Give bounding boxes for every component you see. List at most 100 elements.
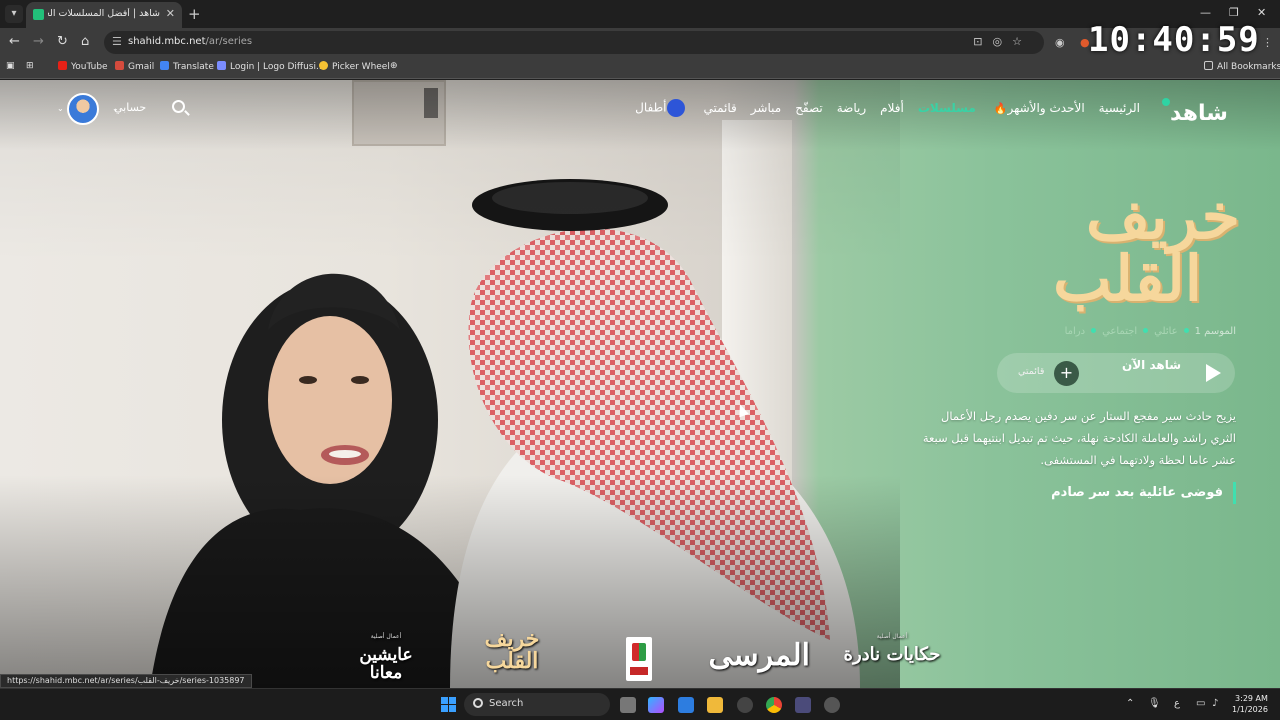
taskbar-date: 1/1/2026 [1232, 705, 1268, 714]
windows-start-icon[interactable] [441, 697, 456, 712]
carousel-promo-card[interactable] [626, 637, 652, 681]
watch-now-button[interactable]: شاهد الآن [1122, 358, 1181, 372]
volume-icon[interactable]: ♪ [1212, 698, 1218, 709]
settings-icon[interactable] [737, 697, 753, 713]
logo-diffusion-icon [217, 61, 226, 70]
nav-sports[interactable]: رياضة [837, 101, 866, 115]
app-icon[interactable] [824, 697, 840, 713]
shahid-logo[interactable]: شاهد [1160, 98, 1228, 126]
status-bar-url: https://shahid.mbc.net/ar/series/خريف-ال… [0, 674, 252, 688]
all-bookmarks[interactable]: All Bookmarks [1204, 61, 1280, 72]
main-nav: الرئيسية الأحدث والأشهر🔥 مسلسلات أفلام ر… [635, 99, 1140, 121]
meta-dot-icon [1183, 328, 1189, 333]
input-language[interactable]: ع [1174, 698, 1180, 709]
windows-taskbar: Search ⌃ 🎙 ع ▭ ♪ 3:29 AM 1/1/2026 [0, 688, 1280, 720]
add-to-list-button[interactable]: + [1054, 361, 1079, 386]
tab-search-button[interactable]: ▾ [5, 5, 23, 23]
carousel-item[interactable]: أعمال أصلية حكايات نادرة [836, 628, 948, 664]
nav-trending[interactable]: الأحدث والأشهر🔥 [990, 101, 1085, 115]
show-meta: الموسم 1 عائلي اجتماعي دراما [1065, 326, 1236, 337]
play-icon[interactable] [1206, 364, 1221, 382]
new-tab-button[interactable]: + [188, 5, 201, 23]
account-menu[interactable]: حسابي [114, 101, 146, 114]
clock-overlay: 10:40:59 [1088, 20, 1260, 60]
nav-browse[interactable]: تصفّح [795, 101, 823, 115]
nav-kids-label: أطفال [635, 100, 667, 115]
genre-label: اجتماعي [1102, 326, 1138, 337]
taskbar-time: 3:29 AM [1235, 694, 1268, 703]
bookmarks-bar: ▣ ⊞ YouTube Gmail Translate Login | Logo… [0, 57, 1280, 79]
reload-button[interactable]: ↻ [57, 34, 68, 49]
search-icon[interactable] [172, 100, 185, 113]
taskbar-search[interactable]: Search [464, 693, 610, 716]
minimize-button[interactable]: — [1200, 6, 1211, 19]
nav-live[interactable]: مباشر [751, 101, 781, 115]
copilot-icon[interactable] [648, 697, 664, 713]
show-synopsis: يزيح حادث سير مفجع الستار عن سر دفين يصد… [922, 409, 1236, 467]
show-tagline: فوضى عائلية بعد سر صادم [1051, 482, 1236, 504]
youtube-icon [58, 61, 67, 70]
file-explorer-icon[interactable] [707, 697, 723, 713]
tracking-icon[interactable]: ◎ [993, 35, 1013, 48]
network-icon[interactable]: ▭ [1196, 698, 1205, 709]
carousel-item[interactable]: أعمال أصلية عايشين معانا [354, 628, 418, 682]
watch-controls: شاهد الآن + قائمتي [997, 353, 1235, 393]
bookmark-logo-diffusion[interactable]: Login | Logo Diffusi... [217, 61, 325, 72]
nav-kids[interactable]: أطفال [635, 99, 689, 117]
url-text: shahid.mbc.net/ar/series [128, 36, 253, 47]
bookmark-star-icon[interactable]: ☆ [1012, 35, 1032, 48]
forward-button[interactable]: → [33, 34, 44, 49]
genre-label: دراما [1064, 326, 1086, 337]
gmail-icon [115, 61, 124, 70]
nav-home[interactable]: الرئيسية [1099, 101, 1140, 115]
meta-dot-icon [1143, 328, 1149, 333]
taskbar-clock[interactable]: 3:29 AM 1/1/2026 [1232, 693, 1268, 715]
flame-icon: 🔥 [993, 102, 1008, 115]
genre-label: عائلي [1154, 326, 1178, 337]
picker-wheel-icon [319, 61, 328, 70]
search-icon [473, 698, 483, 708]
close-window-button[interactable]: ✕ [1257, 6, 1266, 19]
translate-icon [160, 61, 169, 70]
grid-icon[interactable]: ⊞ [26, 61, 34, 71]
meta-dot-icon [1091, 328, 1097, 333]
apps-icon[interactable]: ▣ [6, 61, 15, 71]
install-icon[interactable]: ⊡ [973, 35, 992, 48]
site-info-icon[interactable]: ☰ [112, 35, 122, 48]
home-button[interactable]: ⌂ [81, 34, 89, 49]
maximize-button[interactable]: ❐ [1229, 6, 1239, 19]
bookmark-globe[interactable]: ⊕ [390, 61, 398, 71]
originals-badge: أعمال أصلية [370, 633, 402, 640]
carousel-item[interactable]: المرسى [708, 628, 810, 684]
back-button[interactable]: ← [9, 34, 20, 49]
address-bar[interactable]: ☰ shahid.mbc.net/ar/series ⊡◎☆ [104, 31, 1044, 54]
microphone-icon[interactable]: 🎙 [1148, 698, 1161, 709]
nav-series[interactable]: مسلسلات [918, 101, 976, 115]
chrome-icon[interactable] [766, 697, 782, 713]
bookmark-translate[interactable]: Translate [160, 61, 214, 72]
nav-movies[interactable]: أفلام [880, 101, 904, 115]
nav-trending-label: الأحدث والأشهر [1007, 101, 1085, 115]
bookmark-gmail[interactable]: Gmail [115, 61, 154, 72]
my-list-label: قائمتي [1018, 366, 1045, 377]
season-label: الموسم 1 [1194, 326, 1236, 337]
app-icon[interactable] [795, 697, 811, 713]
tray-overflow-icon[interactable]: ⌃ [1126, 698, 1134, 709]
bookmark-youtube[interactable]: YouTube [58, 61, 108, 72]
store-icon[interactable] [678, 697, 694, 713]
close-tab-icon[interactable]: ✕ [166, 7, 175, 20]
bookmark-picker-wheel[interactable]: Picker Wheel [319, 61, 390, 72]
browser-tab[interactable]: شاهد | أفضل المسلسلات الخليجية ✕ [26, 2, 182, 28]
carousel-item[interactable]: خريف القلب [462, 628, 562, 672]
shahid-page: شاهد الرئيسية الأحدث والأشهر🔥 مسلسلات أف… [0, 80, 1280, 688]
extension-icon[interactable]: ◉ [1055, 36, 1065, 49]
nav-my-list[interactable]: قائمتي [704, 101, 737, 115]
menu-icon[interactable]: ⋮ [1262, 36, 1273, 49]
carousel-title: حكايات نادرة [843, 644, 941, 665]
taskbar-search-label: Search [489, 698, 524, 709]
avatar[interactable] [67, 93, 99, 125]
tab-title: شاهد | أفضل المسلسلات الخليجية [48, 8, 160, 19]
task-view-icon[interactable] [620, 697, 636, 713]
kids-badge-icon [666, 99, 685, 117]
carousel-title: عايشين معانا [359, 645, 413, 683]
